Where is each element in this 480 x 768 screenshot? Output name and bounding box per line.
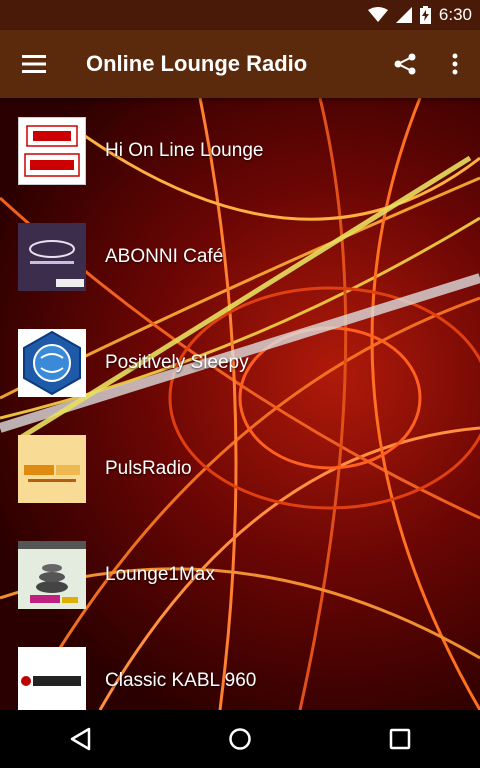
- positively-sleepy-logo-image: [23, 330, 81, 396]
- station-list-area[interactable]: Hi On Line Lounge ABONNI Café Positively…: [0, 98, 480, 710]
- home-button[interactable]: [210, 710, 270, 768]
- pulsradio-logo-image: [18, 435, 86, 503]
- lounge1max-logo-image: [18, 541, 86, 609]
- station-logo: [18, 647, 86, 710]
- abonni-cafe-logo-image: [18, 223, 86, 291]
- station-logo: [18, 435, 86, 503]
- list-item[interactable]: ABONNI Café: [0, 204, 480, 310]
- app-bar: Online Lounge Radio: [0, 30, 480, 98]
- station-name: Lounge1Max: [105, 564, 215, 585]
- menu-button[interactable]: [0, 30, 68, 98]
- station-logo: [18, 541, 86, 609]
- share-button[interactable]: [380, 30, 430, 98]
- list-item[interactable]: Hi On Line Lounge: [0, 98, 480, 204]
- list-item[interactable]: Classic KABL 960: [0, 628, 480, 710]
- home-icon: [229, 728, 251, 750]
- station-name: Positively Sleepy: [105, 352, 249, 373]
- kabl-radio-logo-image: [18, 647, 86, 710]
- station-logo: [18, 329, 86, 397]
- hi-on-line-logo-image: [24, 125, 80, 177]
- station-name: PulsRadio: [105, 458, 192, 479]
- station-logo: [18, 223, 86, 291]
- station-name: ABONNI Café: [105, 246, 224, 267]
- back-button[interactable]: [50, 710, 110, 768]
- list-item[interactable]: PulsRadio: [0, 416, 480, 522]
- station-list: Hi On Line Lounge ABONNI Café Positively…: [0, 98, 480, 710]
- wifi-icon: [367, 7, 388, 22]
- status-bar: 6:30: [0, 0, 480, 30]
- overflow-button[interactable]: [430, 30, 480, 98]
- share-icon: [394, 53, 416, 75]
- list-item[interactable]: Positively Sleepy: [0, 310, 480, 416]
- back-icon: [70, 727, 91, 751]
- recents-button[interactable]: [370, 710, 430, 768]
- recents-icon: [389, 728, 411, 750]
- list-item[interactable]: Lounge1Max: [0, 522, 480, 628]
- station-name: Hi On Line Lounge: [105, 140, 264, 161]
- clock: 6:30: [438, 5, 472, 24]
- menu-icon: [22, 55, 46, 73]
- battery-charging-icon: [419, 6, 431, 24]
- system-nav-bar: [0, 710, 480, 768]
- station-name: Classic KABL 960: [105, 670, 257, 691]
- station-logo: [18, 117, 86, 185]
- signal-icon: [395, 7, 412, 23]
- overflow-icon: [452, 53, 458, 75]
- page-title: Online Lounge Radio: [86, 51, 308, 76]
